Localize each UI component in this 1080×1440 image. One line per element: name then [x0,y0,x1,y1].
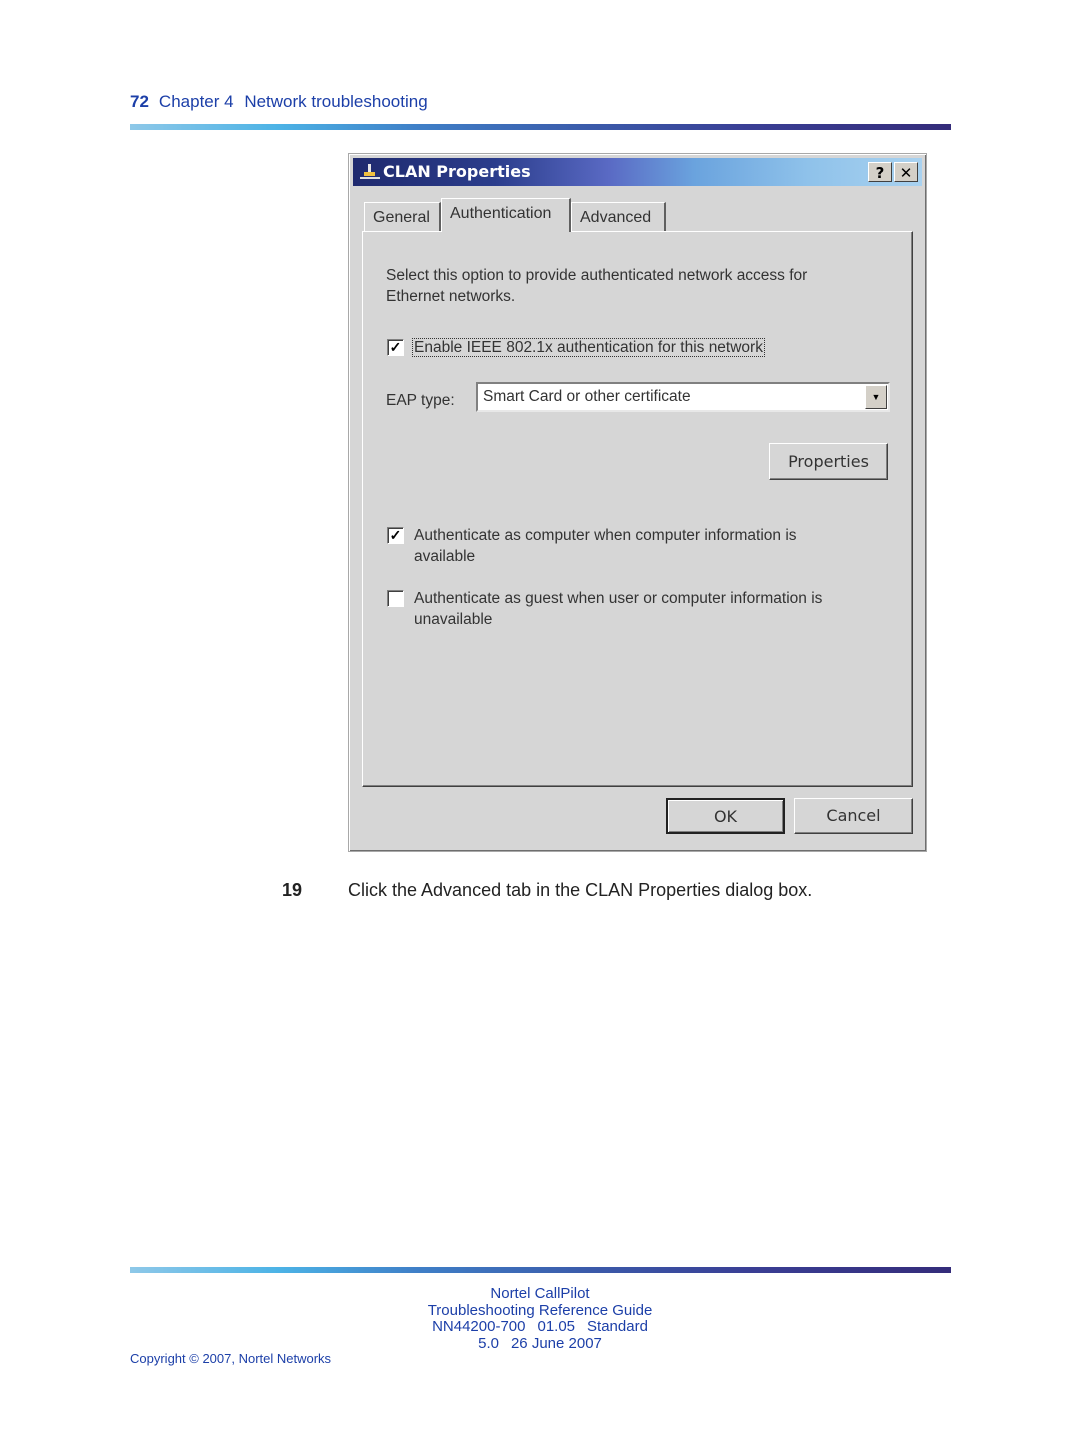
step-number: 19 [282,880,303,900]
auth-guest-checkbox[interactable] [387,590,404,607]
properties-button[interactable]: Properties [769,443,888,480]
dialog-title: CLAN Properties [383,162,531,181]
footer-rule [130,1267,951,1273]
page-number: 72 [130,92,149,111]
footer-release-line: 5.0 26 June 2007 [340,1334,740,1353]
checkmark-icon: ✓ [389,339,402,355]
tab-authentication[interactable]: Authentication [441,198,571,232]
doc-status: Standard [587,1318,648,1335]
description-text: Select this option to provide authentica… [386,267,808,305]
eap-type-select[interactable]: Smart Card or other certificate ▼ [476,382,890,412]
enable-8021x-label[interactable]: Enable IEEE 802.1x authentication for th… [412,337,765,358]
enable-8021x-checkbox[interactable]: ✓ [387,339,404,356]
chapter-label: Chapter 4 [158,92,234,111]
tab-general[interactable]: General [364,202,441,232]
authentication-panel [362,231,913,787]
auth-guest-label[interactable]: Authenticate as guest when user or compu… [414,588,864,630]
footer-doc-line: NN44200-700 01.05 Standard [340,1318,740,1336]
running-header: 72 Chapter 4 Network troubleshooting [130,92,428,112]
network-connection-icon [360,164,380,179]
footer-block: Nortel CallPilot Troubleshooting Referen… [340,1285,740,1353]
release: 5.0 [478,1334,499,1352]
eap-type-label: EAP type: [386,392,455,409]
cancel-button[interactable]: Cancel [794,798,913,834]
auth-computer-checkbox[interactable]: ✓ [387,527,404,544]
doc-number: NN44200-700 [432,1318,526,1335]
tab-advanced[interactable]: Advanced [571,202,666,232]
release-date: 26 June 2007 [510,1334,602,1352]
doc-version: 01.05 [537,1318,576,1335]
header-rule [130,124,951,130]
close-button[interactable]: ✕ [894,162,918,182]
dialog-titlebar[interactable]: CLAN Properties ? ✕ [353,158,922,186]
eap-type-value: Smart Card or other certificate [483,388,691,405]
footer-product: Nortel CallPilot [490,1285,590,1302]
chevron-down-icon[interactable]: ▼ [865,385,887,409]
ok-button[interactable]: OK [666,798,785,834]
help-button[interactable]: ? [868,162,892,182]
step-instruction: Click the Advanced tab in the CLAN Prope… [348,880,813,900]
footer-guide: Troubleshooting Reference Guide [427,1301,653,1319]
section-title: Network troubleshooting [244,92,428,111]
auth-computer-label[interactable]: Authenticate as computer when computer i… [414,525,854,567]
close-icon: ✕ [899,164,913,182]
checkmark-icon: ✓ [389,527,402,543]
copyright: Copyright © 2007, Nortel Networks [130,1351,332,1366]
